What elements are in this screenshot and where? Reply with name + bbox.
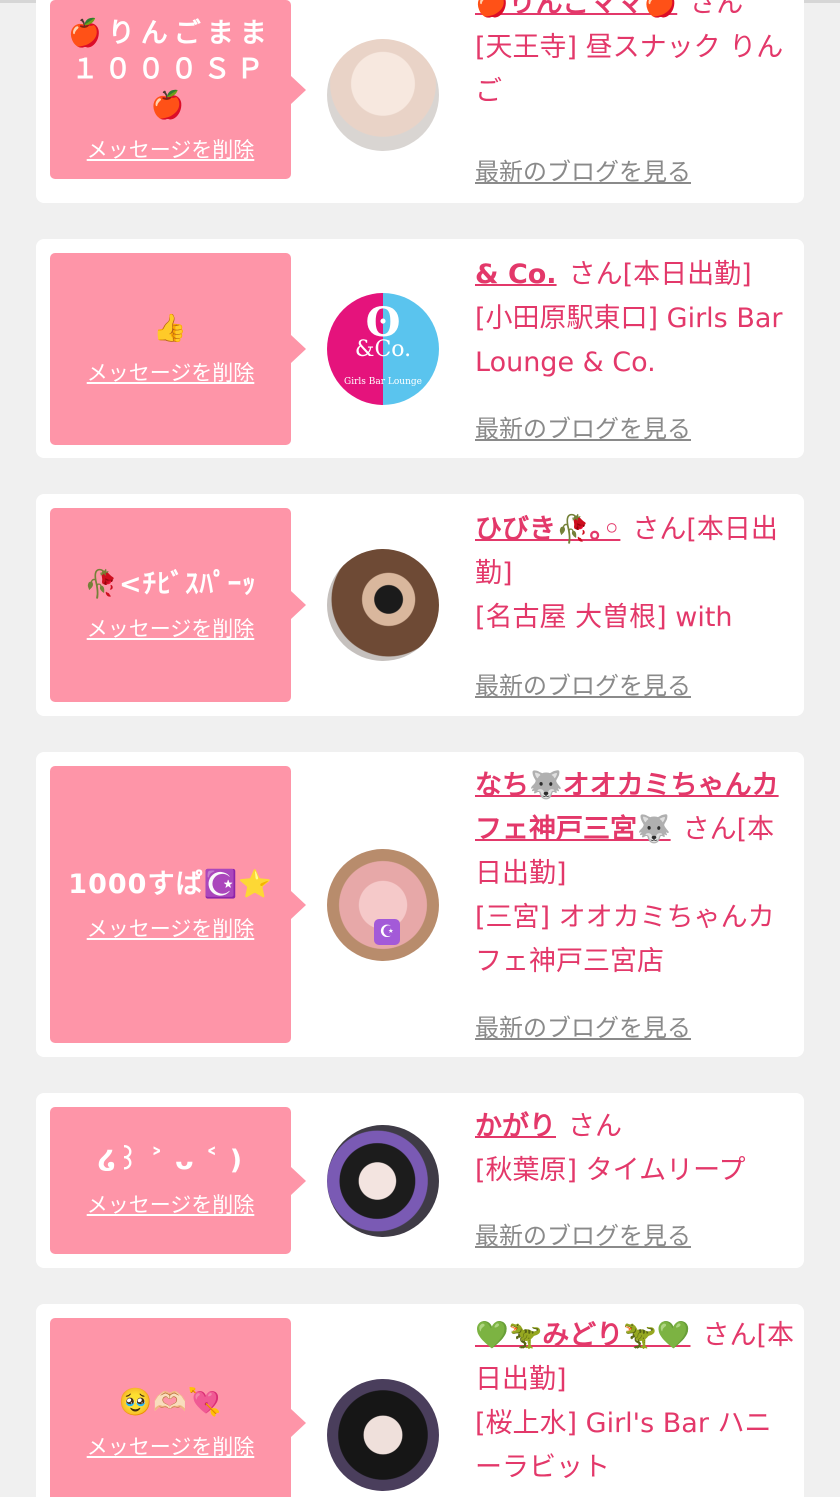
shop-text: [秋葉原] タイムリープ [475,1155,746,1186]
message-card: 🥹🫶🏻💘 メッセージを削除 💚🦖みどり🦖💚 さん[本日出勤] [桜上水] Girl… [36,1304,804,1497]
shop-text: [天王寺] 昼スナック りんご [475,32,784,107]
honorific: さん [632,514,687,545]
delete-message-link[interactable]: メッセージを削除 [87,613,255,643]
shop-text: [小田原駅東口] Girls Bar Lounge & Co. [475,303,783,378]
latest-blog-link[interactable]: 最新のブログを見る [475,1008,691,1043]
honorific: さん [568,259,623,290]
sender-name-link[interactable]: ひびき🥀｡◦ [475,514,620,545]
message-card: 1000すぱ☪️⭐️ メッセージを削除 ☪ なち🐺オオカミちゃんカフェ神戸三宮🐺… [36,752,804,1057]
honorific: さん [682,814,737,845]
delete-message-link[interactable]: メッセージを削除 [87,913,255,943]
message-text: 🥹🫶🏻💘 [118,1387,223,1418]
delete-message-link[interactable]: メッセージを削除 [87,1431,255,1461]
message-text: 👍 [153,313,188,344]
sender-name-link[interactable]: 💚🦖みどり🦖💚 [475,1320,690,1351]
sender-info: なち🐺オオカミちゃんカフェ神戸三宮🐺 さん[本日出勤] [三宮] オオカミちゃんカ… [475,764,795,984]
shop-logo-avatar[interactable]: ʘ &Co. Girls Bar Lounge [327,293,439,405]
logo-subtitle: Girls Bar Lounge [344,377,422,387]
shop-text: [三宮] オオカミちゃんカフェ神戸三宮店 [475,902,775,977]
message-bubble: 🍎りんごまま１０００ＳＰ🍎 メッセージを削除 [50,0,306,179]
message-text: 1000すぱ☪️⭐️ [68,868,273,900]
delete-message-link[interactable]: メッセージを削除 [87,1189,255,1219]
work-status: [本日出勤] [622,259,752,290]
message-text: 🍎りんごまま１０００ＳＰ🍎 [68,17,273,121]
message-card: 👍 メッセージを削除 ʘ &Co. Girls Bar Lounge & Co.… [36,239,804,458]
message-list: 🍎りんごまま１０００ＳＰ🍎 メッセージを削除 🍎りんごママ🍎 さん [天王寺] 昼… [0,0,840,1497]
shop-text: [桜上水] Girl's Bar ハニーラビット [475,1408,772,1483]
message-card: 🥀<ﾁﾋﾞｽﾊﾟｰｯ メッセージを削除 ひびき🥀｡◦ さん[本日出勤] [名古屋 … [36,494,804,716]
latest-blog-link[interactable]: 最新のブログを見る [475,152,691,187]
message-text: ໒꒱ ˃ ᴗ ˂ ) [97,1144,244,1176]
message-bubble: ໒꒱ ˃ ᴗ ˂ ) メッセージを削除 [50,1107,306,1254]
sender-info: ひびき🥀｡◦ さん[本日出勤] [名古屋 大曽根] with [475,508,795,640]
message-bubble: 👍 メッセージを削除 [50,253,306,445]
message-text: 🥀<ﾁﾋﾞｽﾊﾟｰｯ [84,569,257,600]
latest-blog-link[interactable]: 最新のブログを見る [475,666,691,701]
latest-blog-link[interactable]: 最新のブログを見る [475,409,691,444]
message-bubble: 🥹🫶🏻💘 メッセージを削除 [50,1318,306,1497]
sender-info: かがり さん [秋葉原] タイムリープ [475,1105,795,1193]
shop-text: [名古屋 大曽根] with [475,602,733,633]
latest-blog-link[interactable]: 最新のブログを見る [475,1216,691,1251]
sender-info: 💚🦖みどり🦖💚 さん[本日出勤] [桜上水] Girl's Bar ハニーラビット [475,1314,795,1490]
sender-info: 🍎りんごママ🍎 さん [天王寺] 昼スナック りんご [475,0,795,114]
honorific: さん [702,1320,757,1351]
sender-name-link[interactable]: かがり [475,1111,556,1142]
avatar[interactable] [327,1379,439,1491]
message-card: ໒꒱ ˃ ᴗ ˂ ) メッセージを削除 かがり さん [秋葉原] タイムリープ 最… [36,1093,804,1268]
message-bubble: 1000すぱ☪️⭐️ メッセージを削除 [50,766,306,1043]
avatar[interactable] [327,39,439,151]
avatar[interactable] [327,549,439,661]
delete-message-link[interactable]: メッセージを削除 [87,357,255,387]
honorific: さん [568,1111,622,1142]
sender-name-link[interactable]: 🍎りんごママ🍎 [475,0,677,19]
avatar[interactable]: ☪ [327,849,439,961]
avatar[interactable] [327,1125,439,1237]
sender-info: & Co. さん[本日出勤] [小田原駅東口] Girls Bar Lounge … [475,253,795,385]
logo-name: &Co. [354,337,412,362]
message-bubble: 🥀<ﾁﾋﾞｽﾊﾟｰｯ メッセージを削除 [50,508,306,702]
delete-message-link[interactable]: メッセージを削除 [87,134,255,164]
star-and-crescent-icon: ☪ [374,919,400,945]
sender-name-link[interactable]: & Co. [475,259,557,290]
honorific: さん [689,0,744,19]
message-card: 🍎りんごまま１０００ＳＰ🍎 メッセージを削除 🍎りんごママ🍎 さん [天王寺] 昼… [36,0,804,203]
